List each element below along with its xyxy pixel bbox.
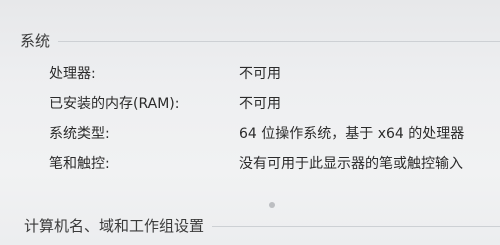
screen-smudge [269, 202, 275, 208]
section-divider [212, 225, 500, 227]
computer-name-section-title: 计算机名、域和工作组设置 [24, 216, 205, 235]
processor-row: 处理器: 不可用 [0, 58, 500, 88]
system-type-label: 系统类型: [49, 126, 110, 142]
installed-ram-value: 不可用 [239, 96, 281, 112]
processor-label: 处理器: [49, 66, 96, 82]
pen-touch-value: 没有可用于此显示器的笔或触控输入 [239, 156, 463, 172]
system-section-title: 系统 [20, 31, 51, 50]
pen-touch-row: 笔和触控: 没有可用于此显示器的笔或触控输入 [0, 148, 500, 178]
processor-value: 不可用 [239, 66, 281, 82]
computer-name-section-header: 计算机名、域和工作组设置 [24, 212, 500, 238]
system-type-value: 64 位操作系统，基于 x64 的处理器 [239, 126, 465, 142]
system-section-header: 系统 [20, 27, 500, 53]
section-divider [58, 40, 500, 42]
installed-ram-label: 已安装的内存(RAM): [49, 96, 180, 112]
pen-touch-label: 笔和触控: [49, 156, 110, 172]
system-type-row: 系统类型: 64 位操作系统，基于 x64 的处理器 [0, 118, 500, 148]
system-info-list: 处理器: 不可用 已安装的内存(RAM): 不可用 系统类型: 64 位操作系统… [0, 58, 500, 178]
installed-ram-row: 已安装的内存(RAM): 不可用 [0, 88, 500, 118]
